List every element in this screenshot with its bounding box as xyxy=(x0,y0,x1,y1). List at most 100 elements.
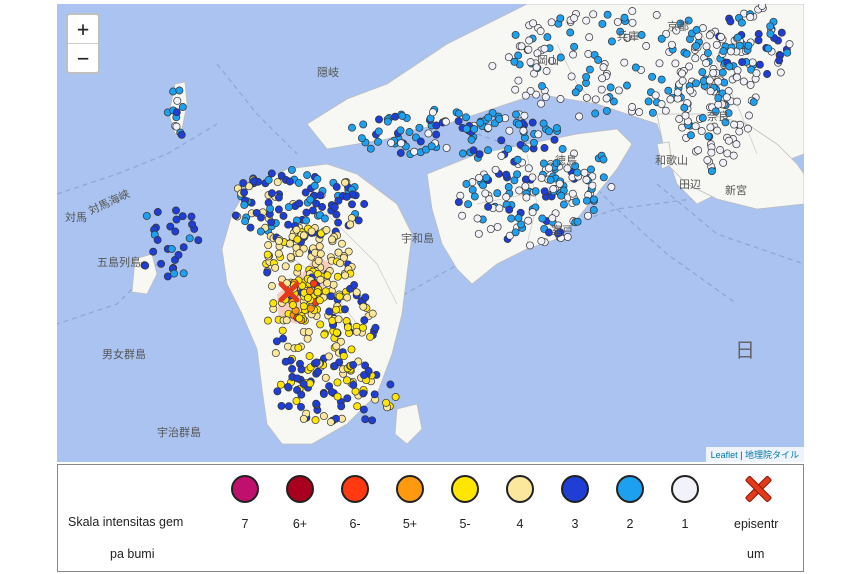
station-marker[interactable] xyxy=(370,390,379,399)
station-marker[interactable] xyxy=(179,269,188,278)
station-marker[interactable] xyxy=(719,47,728,56)
station-marker[interactable] xyxy=(454,109,463,118)
station-marker[interactable] xyxy=(475,150,484,159)
station-marker[interactable] xyxy=(263,250,272,259)
station-marker[interactable] xyxy=(374,127,383,136)
station-marker[interactable] xyxy=(368,309,377,318)
station-marker[interactable] xyxy=(273,387,282,396)
station-marker[interactable] xyxy=(657,34,666,43)
station-marker[interactable] xyxy=(776,68,785,77)
station-marker[interactable] xyxy=(521,175,530,184)
station-marker[interactable] xyxy=(536,27,545,36)
station-marker[interactable] xyxy=(332,342,341,351)
station-marker[interactable] xyxy=(274,249,283,258)
station-marker[interactable] xyxy=(495,204,504,213)
station-marker[interactable] xyxy=(685,62,694,71)
station-marker[interactable] xyxy=(319,390,328,398)
station-marker[interactable] xyxy=(246,223,255,232)
station-marker[interactable] xyxy=(484,123,493,132)
station-marker[interactable] xyxy=(744,41,753,50)
station-marker[interactable] xyxy=(766,22,775,31)
station-marker[interactable] xyxy=(267,189,276,198)
station-marker[interactable] xyxy=(292,225,301,234)
station-marker[interactable] xyxy=(475,173,484,182)
station-marker[interactable] xyxy=(681,111,690,120)
station-marker[interactable] xyxy=(306,304,315,313)
station-marker[interactable] xyxy=(484,113,493,122)
station-marker[interactable] xyxy=(313,288,322,297)
station-marker[interactable] xyxy=(141,261,150,270)
station-marker[interactable] xyxy=(432,130,441,139)
station-marker[interactable] xyxy=(631,63,640,72)
station-marker[interactable] xyxy=(755,60,764,69)
station-marker[interactable] xyxy=(170,269,179,278)
station-marker[interactable] xyxy=(513,170,522,179)
station-marker[interactable] xyxy=(284,203,293,212)
station-marker[interactable] xyxy=(178,212,187,221)
station-marker[interactable] xyxy=(733,66,742,75)
station-marker[interactable] xyxy=(729,151,738,160)
station-marker[interactable] xyxy=(458,149,467,158)
station-marker[interactable] xyxy=(569,50,578,59)
station-marker[interactable] xyxy=(274,193,283,202)
station-marker[interactable] xyxy=(497,151,506,160)
station-marker[interactable] xyxy=(368,416,377,425)
station-marker[interactable] xyxy=(341,178,350,187)
station-marker[interactable] xyxy=(724,136,733,145)
station-marker[interactable] xyxy=(570,42,579,51)
station-marker[interactable] xyxy=(313,175,322,184)
station-marker[interactable] xyxy=(333,272,342,281)
station-marker[interactable] xyxy=(589,206,598,214)
station-marker[interactable] xyxy=(157,259,166,268)
station-marker[interactable] xyxy=(491,165,500,174)
station-marker[interactable] xyxy=(637,31,646,39)
station-marker[interactable] xyxy=(264,241,273,250)
station-marker[interactable] xyxy=(301,188,310,197)
station-marker[interactable] xyxy=(297,390,306,399)
station-marker[interactable] xyxy=(642,42,651,50)
station-marker[interactable] xyxy=(293,235,302,244)
station-marker[interactable] xyxy=(691,54,700,63)
station-marker[interactable] xyxy=(462,124,471,133)
zoom-out-button[interactable]: − xyxy=(68,43,98,72)
station-marker[interactable] xyxy=(556,14,565,23)
station-marker[interactable] xyxy=(484,146,492,155)
station-marker[interactable] xyxy=(462,113,470,122)
station-marker[interactable] xyxy=(299,231,308,240)
station-marker[interactable] xyxy=(321,287,330,296)
station-marker[interactable] xyxy=(307,227,316,236)
station-marker[interactable] xyxy=(745,111,753,120)
station-marker[interactable] xyxy=(398,111,407,120)
station-marker[interactable] xyxy=(748,58,757,67)
station-marker[interactable] xyxy=(602,106,611,115)
station-marker[interactable] xyxy=(607,37,616,46)
station-marker[interactable] xyxy=(519,126,528,135)
station-marker[interactable] xyxy=(722,93,731,102)
station-marker[interactable] xyxy=(575,112,584,121)
station-marker[interactable] xyxy=(267,282,276,290)
station-marker[interactable] xyxy=(582,196,591,205)
station-marker[interactable] xyxy=(545,127,553,136)
station-marker[interactable] xyxy=(284,383,292,391)
station-marker[interactable] xyxy=(582,72,591,81)
station-marker[interactable] xyxy=(334,196,343,205)
station-marker[interactable] xyxy=(278,326,287,335)
station-marker[interactable] xyxy=(454,198,463,207)
station-marker[interactable] xyxy=(543,33,552,42)
station-marker[interactable] xyxy=(514,76,523,85)
station-marker[interactable] xyxy=(442,143,451,152)
station-marker[interactable] xyxy=(458,211,467,220)
station-marker[interactable] xyxy=(343,394,352,403)
station-marker[interactable] xyxy=(178,103,187,111)
station-marker[interactable] xyxy=(570,14,579,23)
station-marker[interactable] xyxy=(167,244,176,253)
station-marker[interactable] xyxy=(714,94,723,103)
station-marker[interactable] xyxy=(334,218,343,227)
station-marker[interactable] xyxy=(680,103,689,112)
station-marker[interactable] xyxy=(252,208,261,217)
station-marker[interactable] xyxy=(529,19,538,28)
station-marker[interactable] xyxy=(281,262,290,271)
station-marker[interactable] xyxy=(783,48,792,57)
station-marker[interactable] xyxy=(304,294,312,302)
station-marker[interactable] xyxy=(763,70,772,78)
